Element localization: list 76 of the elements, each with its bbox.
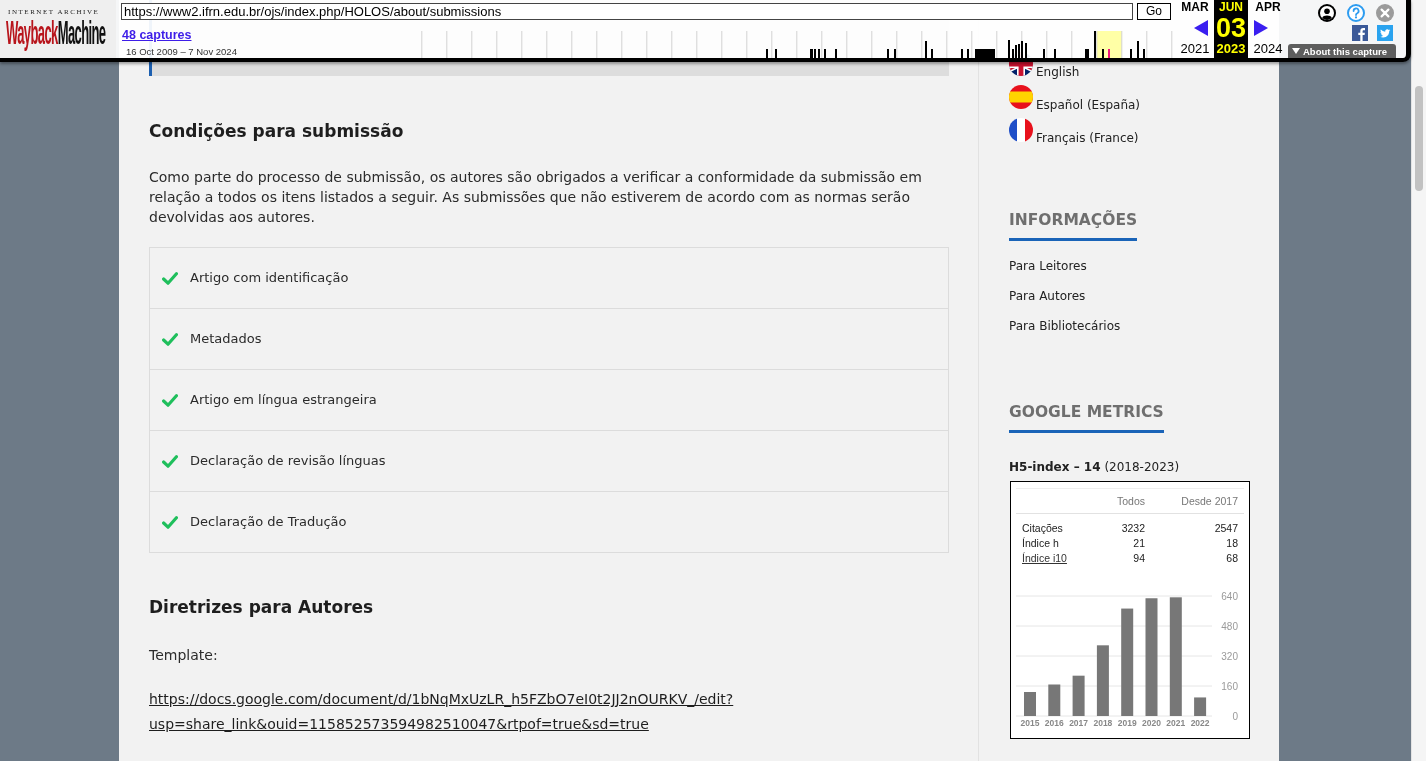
close-icon[interactable] (1376, 4, 1394, 22)
section-heading: Condições para submissão (149, 120, 405, 143)
language-link[interactable]: Español (España) (1036, 97, 1141, 113)
captures-link[interactable]: 48 captures (122, 28, 192, 43)
table-cell-text: 2547 (1214, 521, 1239, 536)
left-arrow-icon[interactable] (1194, 20, 1208, 36)
go-button[interactable]: Go (1137, 3, 1171, 20)
table-cell-text: 21 (1133, 536, 1146, 551)
capture-date-range: 16 Oct 2009 – 7 Nov 2024 (126, 46, 237, 57)
calendar-day: 03 (1215, 14, 1246, 42)
x-tick-label: 2017 (1069, 718, 1089, 728)
column-header: Desde 2017 (1181, 495, 1239, 507)
scrollbar-thumb[interactable] (1415, 86, 1423, 191)
sidebar-link[interactable]: Para Leitores (1009, 257, 1087, 275)
chart-bar (1096, 645, 1109, 716)
facebook-icon[interactable] (1352, 25, 1368, 41)
about-capture-button[interactable]: About this capture (1288, 44, 1396, 58)
y-tick-label: 0 (1232, 711, 1238, 722)
checklist-item: Declaração de revisão línguas (190, 452, 386, 470)
sidebar-link[interactable]: Para Autores (1009, 287, 1086, 305)
checklist-item: Declaração de Tradução (190, 513, 347, 531)
h5-index-text: H5-index – 14 (2018-2023) (1009, 459, 1181, 476)
x-tick-label: 2016 (1044, 718, 1064, 728)
calendar-month: JUN (1219, 0, 1243, 14)
user-account-icon[interactable] (1318, 4, 1336, 22)
row-label: Índice h (1021, 536, 1059, 551)
calendar-column[interactable]: JUN 03 2023 (1214, 0, 1248, 58)
checklist-item: Artigo com identificação (190, 269, 349, 287)
y-tick-label: 640 (1221, 591, 1238, 602)
right-arrow-icon[interactable] (1254, 20, 1268, 36)
x-tick-label: 2019 (1117, 718, 1137, 728)
x-tick-label: 2020 (1142, 718, 1161, 728)
template-link[interactable]: https://docs.google.com/document/d/1bNqMxUzLR_h5FZbO7eI0t2JJ2nOURKV_/edit?usp=share_link&ouid=115852573594982510047&rtpof=true&sd=true (149, 687, 949, 737)
x-tick-label: 2015 (1020, 718, 1040, 728)
x-tick-label: 2021 (1166, 718, 1186, 728)
row-label[interactable]: Índice i10 (1016, 551, 1067, 566)
help-icon[interactable] (1347, 4, 1365, 22)
sidebar-heading: GOOGLE METRICS (1009, 402, 1164, 433)
spain-flag-icon[interactable] (1009, 85, 1033, 109)
column-header: Todos (1116, 495, 1146, 507)
language-link[interactable]: English (1036, 64, 1080, 80)
language-link[interactable]: Français (France) (1036, 130, 1139, 146)
wayback-machine-wordmark[interactable]: WaybackMachine (6, 16, 106, 49)
scrollbar-track[interactable] (1411, 0, 1426, 761)
template-label: Template: (149, 646, 219, 665)
calendar-column[interactable]: MAR 2021 (1176, 0, 1214, 58)
url-field[interactable]: https://www2.ifrn.edu.br/ojs/index.php/HOLOS/about/submissions (121, 3, 1133, 20)
table-cell-text: 3232 (1121, 521, 1146, 536)
table-cell-text: 18 (1226, 536, 1239, 551)
table-cell-text: 94 (1133, 551, 1146, 566)
chart-bar (1048, 684, 1061, 716)
checklist-item: Metadados (190, 330, 262, 348)
twitter-icon[interactable] (1377, 25, 1393, 41)
chart-bar (1024, 692, 1036, 716)
france-flag-icon[interactable] (1009, 118, 1033, 142)
calendar-column[interactable]: APR 2024 (1248, 0, 1288, 58)
calendar-year: 2023 (1216, 42, 1246, 56)
y-tick-label: 160 (1221, 681, 1238, 692)
calendar-year: 2024 (1253, 42, 1283, 56)
calendar-month: MAR (1181, 0, 1209, 14)
y-tick-label: 320 (1221, 651, 1238, 662)
chart-bar (1194, 697, 1207, 716)
section-heading: Diretrizes para Autores (149, 596, 375, 619)
chart-bar (1072, 675, 1085, 716)
x-tick-label: 2018 (1093, 718, 1113, 728)
calendar-year: 2021 (1180, 42, 1210, 56)
calendar-month: APR (1255, 0, 1281, 14)
y-tick-label: 480 (1221, 621, 1238, 632)
intro-paragraph: Como parte do processo de submissão, os autores são obrigados a verificar a conformidade da submissão em relação a todos os itens listados a seguir. As submissões que não estiverem de acordo com as normas serão devolvidas aos autores. (149, 168, 923, 227)
sidebar-link[interactable]: Para Bibliotecários (1009, 317, 1121, 335)
caret-icon (1292, 48, 1300, 54)
table-cell-text: 68 (1226, 551, 1239, 566)
row-label: Citações (1021, 521, 1063, 536)
sidebar-heading: INFORMAÇÕES (1009, 210, 1138, 241)
checklist-item: Artigo em língua estrangeira (190, 391, 377, 409)
x-tick-label: 2022 (1190, 718, 1210, 728)
